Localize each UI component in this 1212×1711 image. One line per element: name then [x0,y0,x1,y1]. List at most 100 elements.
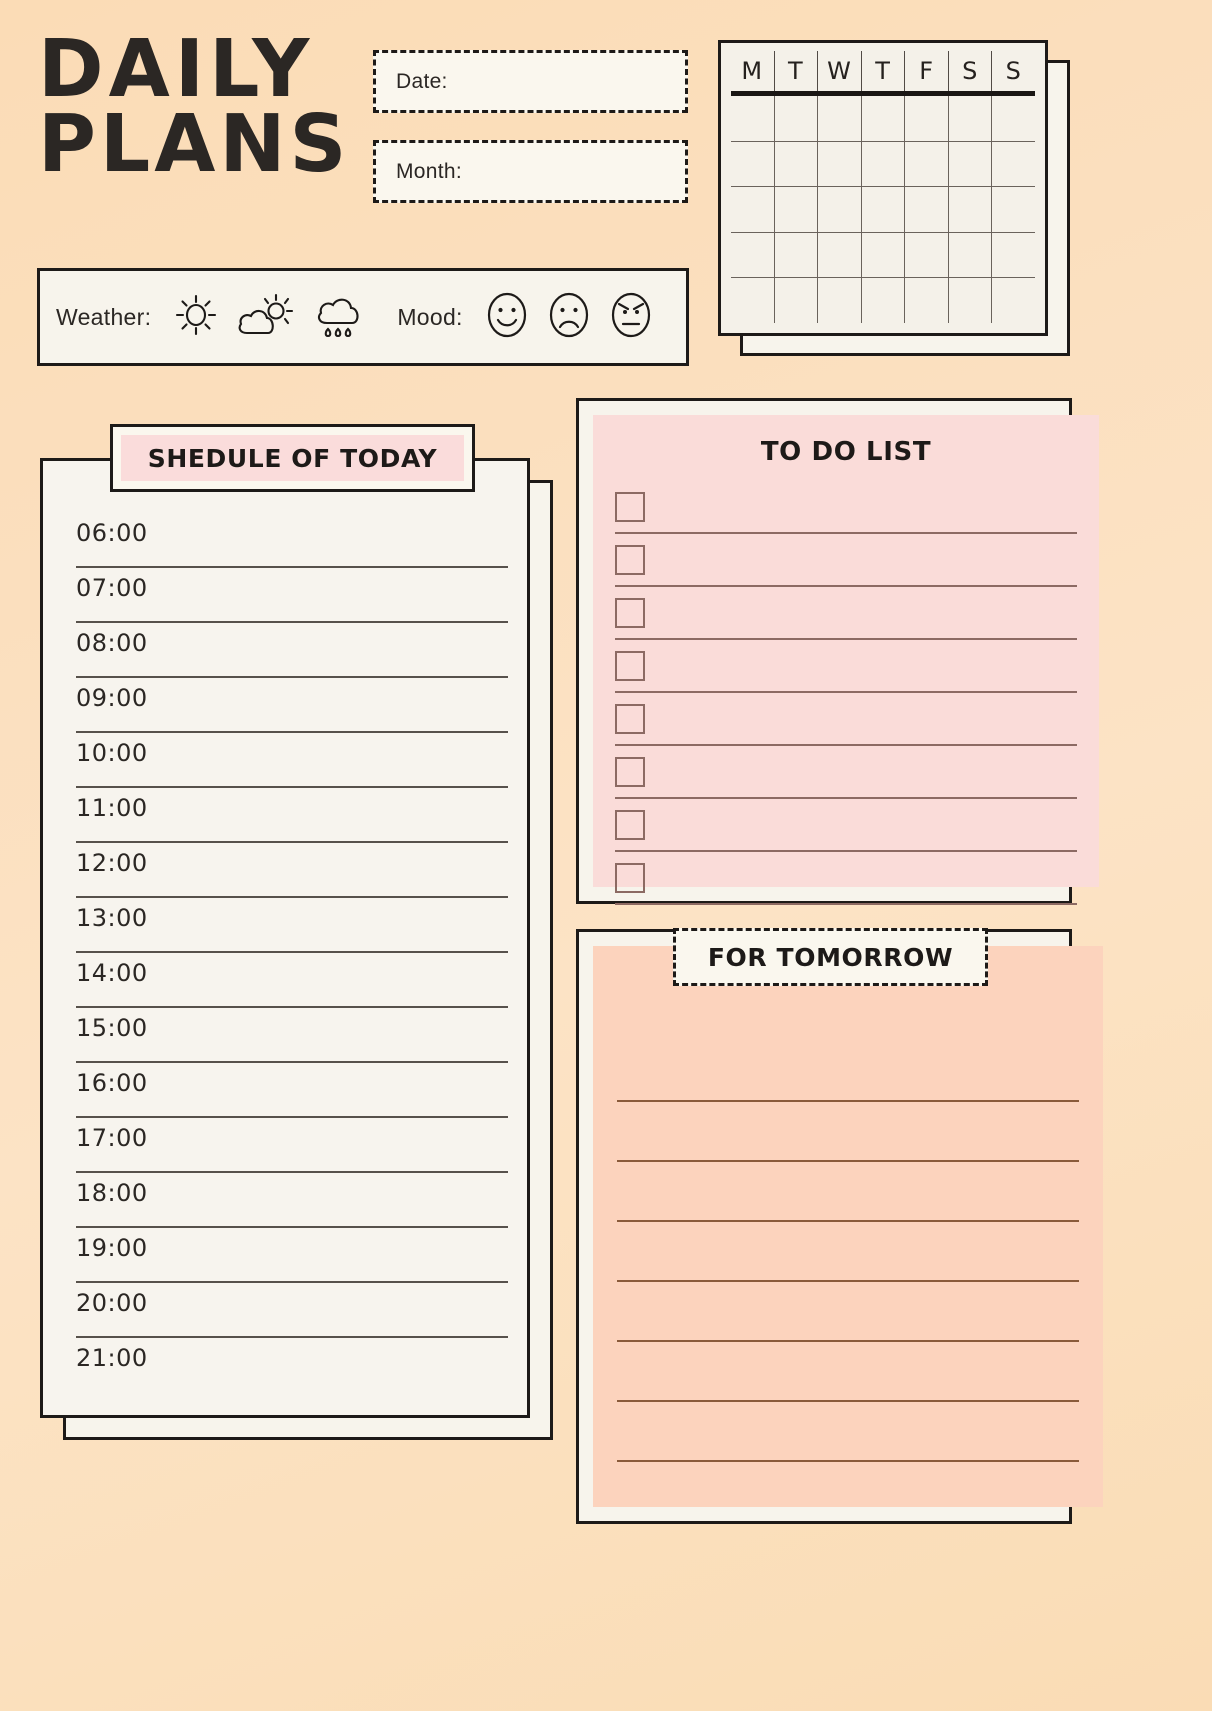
checkbox-icon[interactable] [615,809,645,840]
schedule-slot-row[interactable]: 13:00 [76,898,508,953]
checkbox-icon[interactable] [615,756,645,787]
todo-row[interactable] [615,534,1077,587]
calendar-day-cell[interactable] [862,96,906,141]
sad-face-icon[interactable] [545,289,593,346]
for-tomorrow-line-row[interactable] [617,1222,1079,1282]
calendar-day-cell[interactable] [731,96,775,141]
calendar-day-header: S [949,51,993,91]
calendar-day-cell[interactable] [775,96,819,141]
todo-list-title: TO DO LIST [760,437,932,467]
month-field[interactable]: Month: [373,140,688,203]
schedule-slot-row[interactable]: 09:00 [76,678,508,733]
checkbox-icon[interactable] [615,862,645,893]
calendar-day-cell[interactable] [949,141,993,187]
calendar-day-cell[interactable] [862,232,906,278]
calendar-day-cell[interactable] [905,187,949,232]
schedule-slot-time: 18:00 [76,1179,148,1207]
calendar-day-cell[interactable] [731,141,775,187]
calendar-day-cell[interactable] [949,278,993,323]
schedule-slot-row[interactable]: 19:00 [76,1228,508,1283]
todo-row[interactable] [615,640,1077,693]
todo-row[interactable] [615,693,1077,746]
for-tomorrow-line-row[interactable] [617,1042,1079,1102]
schedule-slot-row[interactable]: 08:00 [76,623,508,678]
calendar-day-cell[interactable] [862,278,906,323]
calendar-day-cell[interactable] [949,232,993,278]
calendar-day-cell[interactable] [992,278,1035,323]
sun-icon[interactable] [173,292,219,343]
calendar-day-cell[interactable] [949,187,993,232]
calendar-day-cell[interactable] [775,278,819,323]
todo-row[interactable] [615,481,1077,534]
checkbox-icon[interactable] [615,703,645,734]
date-field[interactable]: Date: [373,50,688,113]
calendar-day-cell[interactable] [905,141,949,187]
checkbox-icon[interactable] [615,491,645,522]
for-tomorrow-line-row[interactable] [617,1342,1079,1402]
schedule-slot-time: 12:00 [76,849,148,877]
calendar-day-cell[interactable] [862,141,906,187]
schedule-slot-row[interactable]: 16:00 [76,1063,508,1118]
calendar-week-row [731,141,1035,188]
weather-label: Weather: [56,303,152,330]
schedule-slot-row[interactable]: 15:00 [76,1008,508,1063]
calendar-day-cell[interactable] [818,278,862,323]
checkbox-icon[interactable] [615,597,645,628]
todo-list-panel: TO DO LIST [593,415,1099,905]
page-title-line-2: PLANS [38,98,351,191]
calendar-day-cell[interactable] [992,187,1035,232]
calendar-day-cell[interactable] [731,278,775,323]
angry-face-icon[interactable] [607,289,655,346]
calendar-day-cell[interactable] [862,187,906,232]
calendar-day-cell[interactable] [818,96,862,141]
calendar-day-cell[interactable] [818,141,862,187]
schedule-slot-row[interactable]: 18:00 [76,1173,508,1228]
for-tomorrow-line-row[interactable] [617,1102,1079,1162]
schedule-slot-row[interactable]: 21:00 [76,1338,508,1391]
schedule-title-badge: SHEDULE OF TODAY [110,424,475,492]
schedule-slot-row[interactable]: 10:00 [76,733,508,788]
for-tomorrow-line-row[interactable] [617,1282,1079,1342]
calendar-day-cell[interactable] [905,278,949,323]
calendar-day-cell[interactable] [775,187,819,232]
mood-icon-group [483,289,655,346]
calendar-day-cell[interactable] [731,232,775,278]
todo-list-card: TO DO LIST [576,398,1099,905]
calendar-day-header: S [1005,57,1022,85]
monthly-calendar[interactable]: M T W T F S S [718,40,1048,336]
for-tomorrow-line-row[interactable] [617,1162,1079,1222]
calendar-day-cell[interactable] [992,96,1035,141]
schedule-slot-row[interactable]: 20:00 [76,1283,508,1338]
calendar-day-header: W [818,51,862,91]
todo-row[interactable] [615,587,1077,640]
schedule-slot-row[interactable]: 11:00 [76,788,508,843]
schedule-slot-row[interactable]: 06:00 [76,513,508,568]
calendar-day-cell[interactable] [818,232,862,278]
partly-cloudy-icon[interactable] [235,291,297,344]
calendar-day-cell[interactable] [775,141,819,187]
schedule-slot-row[interactable]: 07:00 [76,568,508,623]
calendar-day-cell[interactable] [992,142,1035,187]
schedule-slot-row[interactable]: 17:00 [76,1118,508,1173]
schedule-slot-time: 16:00 [76,1069,148,1097]
todo-row[interactable] [615,746,1077,799]
happy-face-icon[interactable] [483,289,531,346]
for-tomorrow-line-row[interactable] [617,1402,1079,1462]
for-tomorrow-panel [593,946,1103,1507]
schedule-slot-row[interactable]: 14:00 [76,953,508,1008]
calendar-day-cell[interactable] [731,187,775,232]
calendar-day-cell[interactable] [905,232,949,278]
schedule-slot-time: 14:00 [76,959,148,987]
todo-row[interactable] [615,799,1077,852]
calendar-day-cell[interactable] [992,233,1035,278]
calendar-day-cell[interactable] [775,232,819,278]
rain-cloud-icon[interactable] [313,289,365,346]
checkbox-icon[interactable] [615,544,645,575]
calendar-day-cell[interactable] [818,187,862,232]
for-tomorrow-line-row[interactable] [617,1462,1079,1520]
schedule-slot-row[interactable]: 12:00 [76,843,508,898]
calendar-day-cell[interactable] [949,96,993,141]
todo-row[interactable] [615,852,1077,905]
calendar-day-cell[interactable] [905,96,949,141]
checkbox-icon[interactable] [615,650,645,681]
